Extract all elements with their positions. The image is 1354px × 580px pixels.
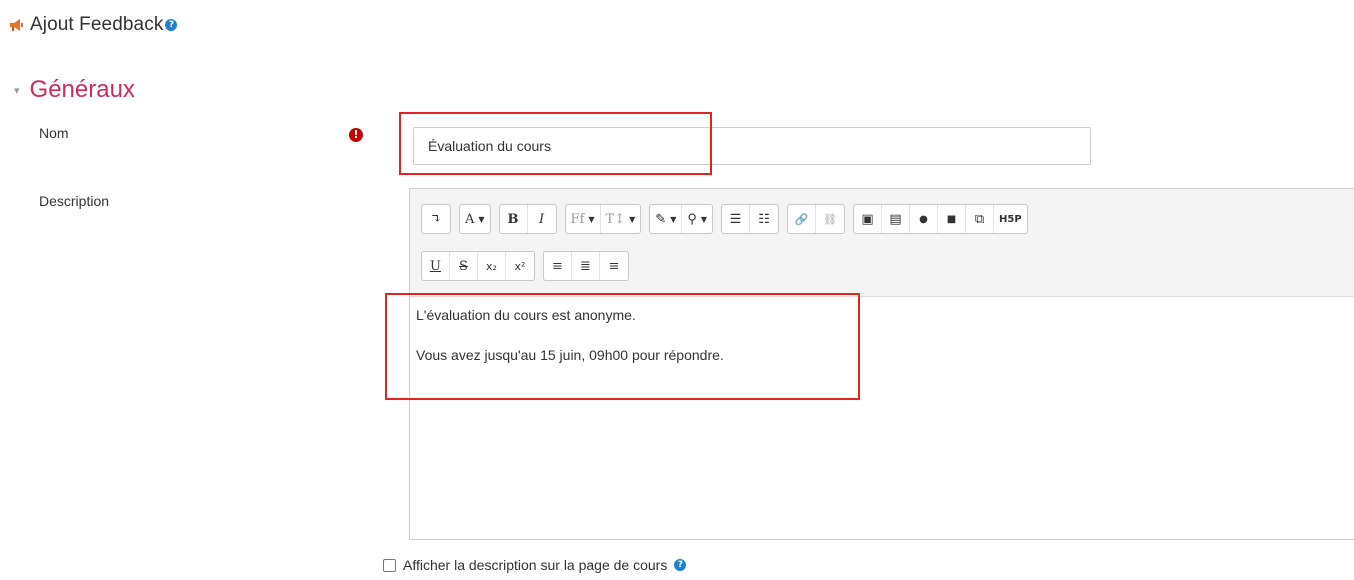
italic-button[interactable]: I	[528, 205, 556, 233]
h5p-button[interactable]: H5P	[994, 205, 1027, 233]
chevron-down-icon: ▼	[478, 214, 485, 224]
align-right-button[interactable]: ≡	[600, 252, 628, 280]
record-audio-button[interactable]: ●	[910, 205, 939, 233]
show-description-row: Afficher la description sur la page de c…	[383, 557, 687, 573]
toolbar-row-1: ↴ A ▼ B I Ff ▼ T↕ ▼ ✎ ▼ ⚲ ▼ ☰ ☷ 🔗 ⛓ ▣ ▤ …	[421, 204, 1028, 234]
section-header-generaux[interactable]: ▾ Généraux	[14, 76, 135, 104]
brush-button[interactable]: ✎ ▼	[650, 205, 683, 233]
numbered-list-button[interactable]: ☷	[750, 205, 778, 233]
manage-files-button[interactable]: ⧉	[966, 205, 995, 233]
align-left-button[interactable]: ≡	[544, 252, 572, 280]
unlink-button[interactable]: ⛓	[816, 205, 844, 233]
strikethrough-button[interactable]: S	[450, 252, 478, 280]
highlight-box-description	[385, 293, 860, 400]
chevron-down-icon: ▼	[629, 214, 636, 224]
help-icon[interactable]: ?	[674, 559, 687, 571]
text-style-button[interactable]: A ▼	[460, 205, 490, 233]
toolbar-group-lists: ☰ ☷	[721, 204, 780, 234]
editor-toolbar: ↴ A ▼ B I Ff ▼ T↕ ▼ ✎ ▼ ⚲ ▼ ☰ ☷ 🔗 ⛓ ▣ ▤ …	[410, 189, 1354, 297]
text-style-label: A	[465, 211, 475, 227]
bold-button[interactable]: B	[500, 205, 528, 233]
lightbulb-button[interactable]: ⚲ ▼	[682, 205, 712, 233]
help-icon[interactable]: ?	[165, 19, 178, 31]
font-size-label: T↕	[605, 211, 626, 227]
toolbar-group-style: A ▼	[459, 204, 491, 234]
toolbar-group-links: 🔗 ⛓	[787, 204, 846, 234]
font-size-button[interactable]: T↕ ▼	[601, 205, 641, 233]
toolbar-group-color: ✎ ▼ ⚲ ▼	[649, 204, 714, 234]
font-family-button[interactable]: Ff ▼	[566, 205, 601, 233]
toolbar-row-2: U S x₂ x² ≡ ≣ ≡	[421, 251, 629, 281]
collapse-toolbar-button[interactable]: ↴	[422, 205, 450, 233]
show-description-label: Afficher la description sur la page de c…	[403, 557, 668, 573]
megaphone-icon	[8, 18, 24, 32]
section-title: Généraux	[29, 76, 135, 103]
toolbar-group-media: ▣ ▤ ● ■ ⧉ H5P	[853, 204, 1028, 234]
chevron-down-icon: ▼	[700, 214, 708, 224]
page-title: Ajout Feedback	[30, 14, 164, 35]
lightbulb-icon: ⚲	[687, 211, 697, 227]
superscript-button[interactable]: x²	[506, 252, 534, 280]
highlight-box-name	[399, 112, 712, 175]
chevron-down-icon: ▼	[588, 214, 595, 224]
chevron-down-icon: ▼	[670, 214, 677, 224]
required-icon: !	[349, 128, 363, 142]
toolbar-group-font: Ff ▼ T↕ ▼	[564, 204, 642, 234]
toolbar-group-collapse: ↴	[421, 204, 451, 234]
description-label: Description	[39, 193, 110, 209]
collapse-toggle-icon[interactable]: ▾	[14, 84, 20, 97]
toolbar-group-format: B I	[498, 204, 557, 234]
record-video-button[interactable]: ■	[938, 205, 967, 233]
toolbar-group-text-decor: U S x₂ x²	[421, 251, 535, 281]
media-button[interactable]: ▤	[882, 205, 911, 233]
bullet-list-button[interactable]: ☰	[722, 205, 751, 233]
underline-button[interactable]: U	[422, 252, 450, 280]
subscript-button[interactable]: x₂	[478, 252, 506, 280]
link-button[interactable]: 🔗	[788, 205, 817, 233]
image-button[interactable]: ▣	[854, 205, 883, 233]
font-family-label: Ff	[570, 211, 585, 227]
show-description-checkbox[interactable]	[383, 558, 396, 572]
brush-icon: ✎	[655, 211, 667, 227]
page-header: Ajout Feedback ?	[8, 10, 178, 40]
name-label: Nom	[39, 125, 69, 141]
align-center-button[interactable]: ≣	[572, 252, 600, 280]
toolbar-group-align: ≡ ≣ ≡	[543, 251, 629, 281]
